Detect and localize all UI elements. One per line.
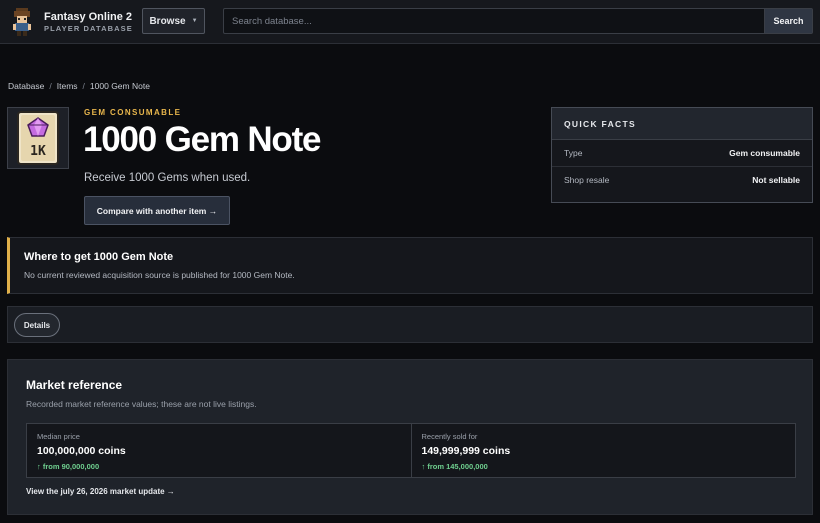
brand-subtitle: PLAYER DATABASE (44, 24, 133, 33)
cell-value: 149,999,999 coins (421, 445, 511, 457)
top-navigation-bar: Fantasy Online 2 PLAYER DATABASE Browse … (0, 0, 820, 44)
fact-row: Shop resale Not sellable (552, 166, 812, 192)
breadcrumb: Database / Items / 1000 Gem Note (8, 81, 150, 91)
section-tabs: Details (7, 306, 813, 343)
market-description: Recorded market reference values; these … (26, 399, 257, 409)
icon-text: 1K (30, 144, 46, 159)
fact-value: Gem consumable (729, 148, 800, 158)
caret-down-icon: ▼ (191, 18, 198, 24)
tab-details[interactable]: Details (14, 313, 60, 337)
market-update-link[interactable]: View the july 26, 2026 market update → (26, 487, 175, 496)
browse-button[interactable]: Browse ▼ (142, 8, 205, 34)
page-title: 1000 Gem Note (83, 120, 321, 159)
cell-delta: ↑ from 90,000,000 (37, 462, 100, 471)
quick-facts-panel: QUICK FACTS Type Gem consumable Shop res… (551, 107, 813, 203)
player-avatar-icon[interactable] (11, 7, 33, 37)
browse-label: Browse (149, 15, 186, 27)
market-values: Median price 100,000,000 coins ↑ from 90… (26, 423, 796, 478)
fact-row: Type Gem consumable (552, 140, 812, 166)
median-price-cell: Median price 100,000,000 coins ↑ from 90… (27, 424, 411, 477)
search-input[interactable] (224, 9, 764, 33)
cell-label: Recently sold for (421, 432, 478, 441)
acquisition-title: Where to get 1000 Gem Note (24, 251, 174, 263)
search-bar: Search (223, 8, 813, 34)
market-title: Market reference (26, 378, 123, 392)
compare-button[interactable]: Compare with another item → (84, 196, 230, 225)
acquisition-text: No current reviewed acquisition source i… (24, 270, 295, 280)
breadcrumb-separator: / (82, 81, 85, 91)
recently-sold-cell: Recently sold for 149,999,999 coins ↑ fr… (410, 424, 796, 477)
market-reference-panel: Market reference Recorded market referen… (7, 359, 813, 515)
cell-value: 100,000,000 coins (37, 445, 126, 457)
breadcrumb-database[interactable]: Database (8, 81, 44, 91)
search-button[interactable]: Search (764, 9, 812, 33)
breadcrumb-separator: / (49, 81, 52, 91)
fact-key: Shop resale (564, 174, 610, 185)
brand-title[interactable]: Fantasy Online 2 (44, 11, 132, 23)
breadcrumb-items[interactable]: Items (57, 81, 78, 91)
breadcrumb-current: 1000 Gem Note (89, 81, 150, 91)
item-image: 1K (7, 107, 69, 169)
item-category: GEM CONSUMABLE (84, 108, 182, 117)
acquisition-panel: Where to get 1000 Gem Note No current re… (7, 237, 813, 294)
cell-label: Median price (37, 432, 80, 441)
fact-key: Type (564, 148, 583, 158)
fact-value: Not sellable (752, 174, 800, 185)
gem-note-icon: 1K (17, 111, 59, 165)
cell-delta: ↑ from 145,000,000 (421, 462, 488, 471)
quick-facts-heading: QUICK FACTS (552, 108, 812, 140)
item-description: Receive 1000 Gems when used. (84, 172, 251, 184)
